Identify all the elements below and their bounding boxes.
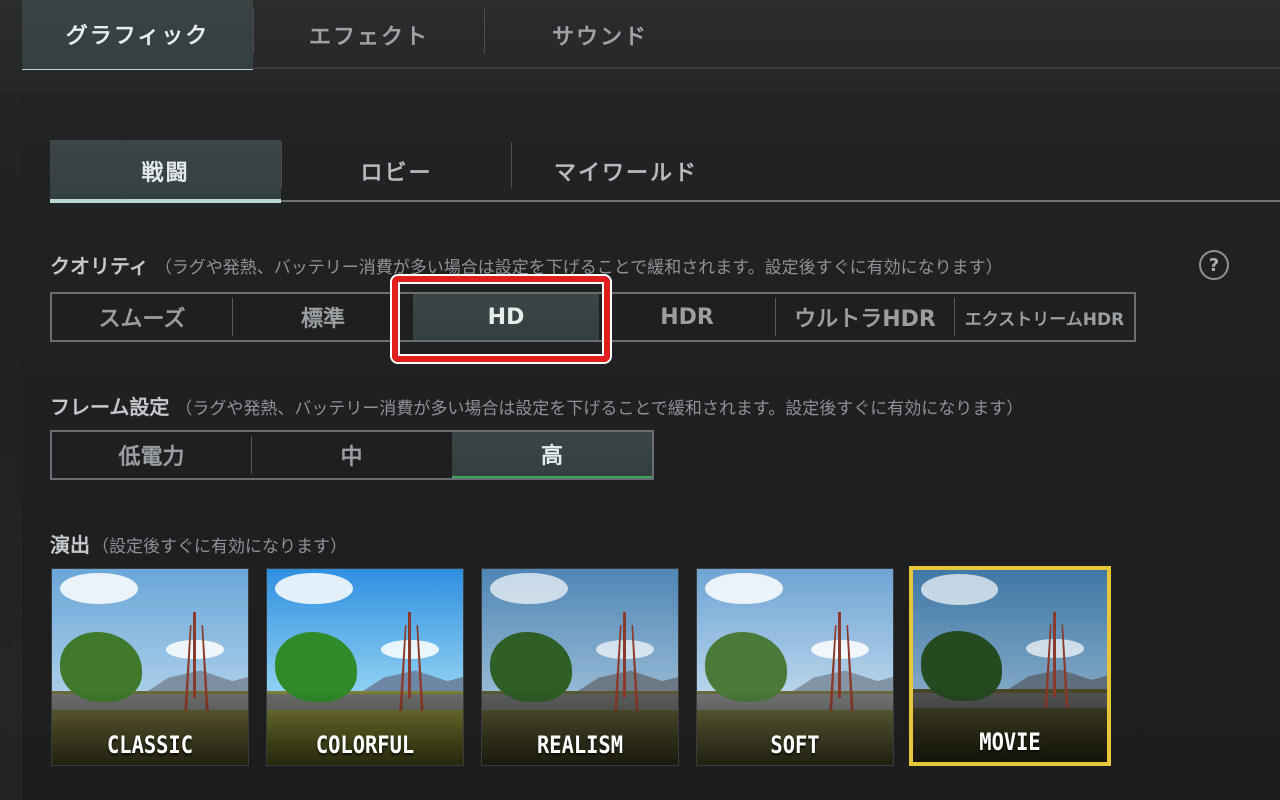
tab-graphics[interactable]: グラフィック (22, 0, 253, 70)
cloud (920, 573, 999, 605)
style-option-realism[interactable]: REALISM (481, 568, 679, 766)
style-option-colorful[interactable]: COLORFUL (266, 568, 464, 766)
style-option-classic[interactable]: CLASSIC (51, 568, 249, 766)
tab-bar-underline (22, 67, 1280, 69)
frame-note: （ラグや発熱、バッテリー消費が多い場合は設定を下げることで緩和されます。設定後す… (175, 399, 1024, 419)
quality-option-hdr[interactable]: HDR (599, 294, 775, 340)
radio-tower (193, 612, 197, 699)
style-label: REALISM (537, 731, 623, 759)
style-title: 演出 (50, 533, 90, 557)
style-option-soft[interactable]: SOFT (696, 568, 894, 766)
frame-selector: 低電力 中 高 (50, 430, 654, 480)
style-label: SOFT (770, 731, 820, 759)
help-icon[interactable]: ? (1199, 250, 1229, 280)
tab-effects[interactable]: エフェクト (254, 0, 484, 70)
frame-option-low-power[interactable]: 低電力 (52, 432, 251, 478)
quality-section-label: クオリティ （ラグや発熱、バッテリー消費が多い場合は設定を下げることで緩和されます… (50, 250, 1003, 279)
subtab-my-world[interactable]: マイワールド (512, 140, 740, 202)
style-note: （設定後すぐに有効になります） (92, 537, 347, 557)
quality-title: クオリティ (50, 254, 149, 278)
quality-option-hd[interactable]: HD (413, 294, 599, 340)
style-option-movie[interactable]: MOVIE (909, 566, 1111, 766)
quality-option-ultra-hdr[interactable]: ウルトラHDR (776, 294, 954, 340)
tab-sound[interactable]: サウンド (485, 0, 715, 70)
style-label: CLASSIC (107, 731, 193, 759)
radio-tower (623, 612, 627, 699)
style-section-label: 演出 （設定後すぐに有効になります） (50, 529, 347, 558)
quality-selector: スムーズ 標準 HD HDR ウルトラHDR エクストリームHDR (50, 292, 1136, 342)
quality-option-standard[interactable]: 標準 (233, 294, 413, 340)
quality-note: （ラグや発熱、バッテリー消費が多い場合は設定を下げることで緩和されます。設定後す… (154, 258, 1003, 278)
radio-tower (408, 612, 412, 699)
quality-option-extreme-hdr[interactable]: エクストリームHDR (955, 294, 1134, 340)
radio-tower (838, 612, 842, 699)
subtab-active-indicator (50, 199, 281, 203)
quality-option-smooth[interactable]: スムーズ (52, 294, 232, 340)
frame-section-label: フレーム設定 （ラグや発熱、バッテリー消費が多い場合は設定を下げることで緩和されま… (50, 391, 1023, 420)
radio-tower (1052, 612, 1056, 697)
subtab-lobby[interactable]: ロビー (282, 140, 511, 202)
style-label: COLORFUL (315, 731, 415, 759)
frame-title: フレーム設定 (50, 395, 170, 419)
style-label: MOVIE (979, 728, 1041, 756)
frame-option-medium[interactable]: 中 (252, 432, 451, 478)
subtab-battle[interactable]: 戦闘 (50, 140, 281, 202)
frame-option-high[interactable]: 高 (452, 432, 652, 478)
